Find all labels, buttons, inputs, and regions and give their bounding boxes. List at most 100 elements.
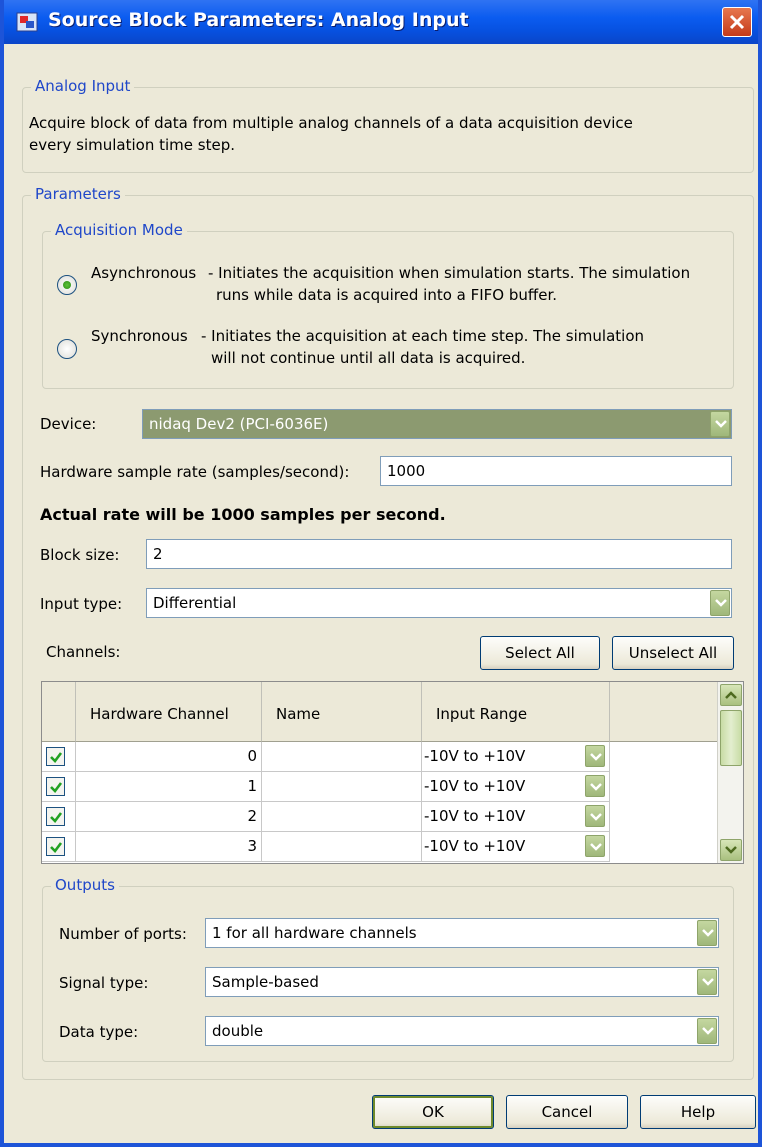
asynchronous-radio[interactable] — [57, 275, 77, 295]
chevron-up-icon — [725, 691, 737, 699]
sample-rate-input[interactable]: 1000 — [380, 456, 732, 486]
data-type-dropdown[interactable]: double — [205, 1016, 719, 1046]
input-type-value: Differential — [153, 594, 237, 612]
name-cell[interactable] — [262, 832, 422, 862]
data-type-label: Data type: — [59, 1023, 139, 1041]
description-legend: Analog Input — [31, 77, 135, 95]
input-range-cell[interactable]: -10V to +10V — [422, 772, 610, 802]
chevron-down-icon — [725, 846, 737, 854]
signal-type-value: Sample-based — [212, 973, 319, 991]
channel-checkbox[interactable] — [46, 777, 65, 796]
actual-rate-text: Actual rate will be 1000 samples per sec… — [40, 505, 446, 524]
acquisition-mode-group: Acquisition Mode Asynchronous - Initiate… — [42, 221, 734, 389]
input-type-label: Input type: — [40, 595, 123, 613]
channels-label: Channels: — [46, 643, 121, 661]
chevron-down-icon[interactable] — [697, 969, 717, 995]
table-header-hardware-channel[interactable]: Hardware Channel — [76, 682, 262, 742]
table-scrollbar[interactable] — [717, 682, 743, 863]
channel-checkbox[interactable] — [46, 747, 65, 766]
ports-dropdown[interactable]: 1 for all hardware channels — [205, 918, 719, 948]
table-header-empty — [610, 682, 719, 742]
sample-rate-label: Hardware sample rate (samples/second): — [40, 463, 350, 481]
description-line-2: every simulation time step. — [29, 136, 235, 154]
chevron-down-icon[interactable] — [710, 411, 730, 437]
table-row: 0 -10V to +10V — [42, 742, 710, 772]
name-cell[interactable] — [262, 742, 422, 772]
input-range-cell[interactable]: -10V to +10V — [422, 742, 610, 772]
hw-channel-cell[interactable]: 2 — [76, 802, 262, 832]
chevron-down-icon[interactable] — [585, 805, 605, 827]
table-header-input-range[interactable]: Input Range — [422, 682, 610, 742]
input-range-value: -10V to +10V — [424, 777, 526, 795]
block-size-label: Block size: — [40, 546, 120, 564]
checkmark-icon — [50, 782, 63, 793]
chevron-down-icon[interactable] — [697, 1018, 717, 1044]
outputs-legend: Outputs — [51, 876, 119, 894]
device-dropdown[interactable]: nidaq Dev2 (PCI-6036E) — [142, 409, 732, 439]
table-header-check — [42, 682, 76, 742]
chevron-down-icon[interactable] — [710, 590, 730, 616]
chevron-down-icon[interactable] — [585, 775, 605, 797]
channel-checkbox[interactable] — [46, 837, 65, 856]
ports-value: 1 for all hardware channels — [212, 924, 417, 942]
outputs-group: Outputs Number of ports: 1 for all hardw… — [42, 876, 734, 1062]
select-all-button[interactable]: Select All — [480, 636, 600, 670]
row-check-cell — [42, 802, 76, 832]
ports-label: Number of ports: — [59, 925, 187, 943]
chevron-down-icon[interactable] — [585, 835, 605, 857]
name-cell[interactable] — [262, 802, 422, 832]
table-header-name[interactable]: Name — [262, 682, 422, 742]
ok-button[interactable]: OK — [372, 1095, 494, 1129]
acquisition-mode-legend: Acquisition Mode — [51, 221, 187, 239]
asynchronous-desc-2: runs while data is acquired into a FIFO … — [216, 286, 558, 304]
description-group: Analog Input Acquire block of data from … — [22, 77, 754, 173]
signal-type-dropdown[interactable]: Sample-based — [205, 967, 719, 997]
hw-channel-cell[interactable]: 1 — [76, 772, 262, 802]
table-row: 1 -10V to +10V — [42, 772, 710, 802]
row-check-cell — [42, 832, 76, 862]
chevron-down-icon[interactable] — [697, 920, 717, 946]
parameters-legend: Parameters — [31, 185, 125, 203]
asynchronous-label[interactable]: Asynchronous — [91, 264, 196, 282]
name-cell[interactable] — [262, 772, 422, 802]
simulink-block-icon — [16, 12, 38, 32]
window-title: Source Block Parameters: Analog Input — [48, 9, 469, 31]
signal-type-label: Signal type: — [59, 974, 149, 992]
block-size-input[interactable]: 2 — [146, 539, 732, 569]
synchronous-label[interactable]: Synchronous — [91, 327, 188, 345]
input-range-value: -10V to +10V — [424, 837, 526, 855]
synchronous-radio[interactable] — [57, 339, 77, 359]
title-bar[interactable]: Source Block Parameters: Analog Input — [4, 0, 758, 44]
row-check-cell — [42, 772, 76, 802]
description-line-1: Acquire block of data from multiple anal… — [29, 114, 633, 132]
synchronous-desc-1: - Initiates the acquisition at each time… — [201, 327, 644, 345]
cancel-button[interactable]: Cancel — [506, 1095, 628, 1129]
synchronous-desc-2: will not continue until all data is acqu… — [211, 349, 526, 367]
data-type-value: double — [212, 1022, 264, 1040]
dialog-window: Source Block Parameters: Analog Input An… — [0, 0, 762, 1147]
device-value: nidaq Dev2 (PCI-6036E) — [149, 415, 329, 433]
hw-channel-cell[interactable]: 0 — [76, 742, 262, 772]
input-range-cell[interactable]: -10V to +10V — [422, 802, 610, 832]
checkmark-icon — [50, 842, 63, 853]
scroll-thumb[interactable] — [720, 710, 742, 766]
checkmark-icon — [50, 812, 63, 823]
scroll-down-button[interactable] — [720, 839, 742, 861]
input-range-value: -10V to +10V — [424, 747, 526, 765]
device-label: Device: — [40, 415, 97, 433]
input-range-cell[interactable]: -10V to +10V — [422, 832, 610, 862]
close-icon — [729, 14, 745, 30]
close-button[interactable] — [722, 7, 752, 37]
row-check-cell — [42, 742, 76, 772]
scroll-up-button[interactable] — [720, 684, 742, 706]
chevron-down-icon[interactable] — [585, 745, 605, 767]
channel-checkbox[interactable] — [46, 807, 65, 826]
input-type-dropdown[interactable]: Differential — [146, 588, 732, 618]
table-row: 2 -10V to +10V — [42, 802, 710, 832]
help-button[interactable]: Help — [640, 1095, 756, 1129]
input-range-value: -10V to +10V — [424, 807, 526, 825]
hw-channel-cell[interactable]: 3 — [76, 832, 262, 862]
asynchronous-desc-1: - Initiates the acquisition when simulat… — [208, 264, 691, 282]
checkmark-icon — [50, 752, 63, 763]
unselect-all-button[interactable]: Unselect All — [612, 636, 734, 670]
